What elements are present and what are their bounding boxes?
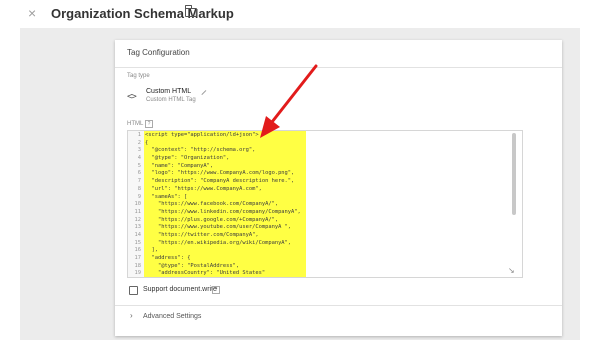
line-number: 2	[137, 139, 141, 146]
line-number: 15	[134, 239, 142, 246]
code-text: "https://twitter.com/CompanyA",	[145, 231, 259, 238]
code-text: "addressCountry": "United States"	[145, 270, 266, 277]
edit-pencil-icon[interactable]	[201, 90, 207, 96]
help-icon[interactable]: ?	[212, 286, 220, 294]
red-arrow-annotation	[260, 64, 318, 138]
code-line: 18 "@type": "PostalAddress",	[128, 263, 518, 271]
line-number: 9	[137, 193, 141, 200]
tag-type-subtitle: Custom HTML Tag	[146, 97, 196, 103]
code-text: "https://www.facebook.com/CompanyA/",	[145, 201, 279, 208]
card-title: Tag Configuration	[127, 48, 190, 57]
code-line: 3 "@context": "http://schema.org",	[128, 147, 518, 155]
line-number: 7	[137, 178, 141, 185]
code-line: 17 "address": {	[128, 255, 518, 263]
code-text: ],	[145, 247, 158, 254]
html-code-editor[interactable]: 1 <script type="application/ld+json"> 2 {3 …	[127, 130, 523, 278]
resize-handle-icon[interactable]: ↘	[508, 267, 515, 275]
top-bar: × Organization Schema Markup	[0, 0, 600, 28]
tag-type-name[interactable]: Custom HTML	[146, 88, 191, 95]
code-line: 13 "https://www.youtube.com/user/Company…	[128, 224, 518, 232]
code-text: "logo": "https://www.CompanyA.com/logo.p…	[145, 170, 295, 177]
code-text: <script type="application/ld+json">	[145, 132, 259, 138]
line-number: 16	[134, 247, 142, 254]
tag-configuration-card[interactable]: Tag Configuration Tag type <> Custom HTM…	[115, 40, 562, 336]
code-text: "https://www.linkedin.com/company/Compan…	[145, 208, 301, 215]
close-icon[interactable]: ×	[28, 5, 36, 21]
line-number: 6	[137, 170, 141, 177]
line-number: 11	[134, 208, 142, 215]
code-line: 19 "addressCountry": "United States"	[128, 270, 518, 277]
line-number: 1	[137, 132, 141, 138]
code-text: "sameAs": [	[145, 193, 188, 200]
line-number: 10	[134, 201, 142, 208]
code-line: 9 "sameAs": [	[128, 194, 518, 202]
code-line: 6 "logo": "https://www.CompanyA.com/logo…	[128, 170, 518, 178]
line-number: 3	[137, 147, 141, 154]
code-text: "https://en.wikipedia.org/wiki/CompanyA"…	[145, 239, 292, 246]
code-text: "@type": "PostalAddress",	[145, 262, 240, 269]
code-line: 11 "https://www.linkedin.com/company/Com…	[128, 209, 518, 217]
code-line: 12 "https://plus.google.com/+CompanyA/",	[128, 217, 518, 225]
card-header: Tag Configuration	[115, 40, 562, 68]
code-text: "@context": "http://schema.org",	[145, 147, 256, 154]
line-number: 18	[134, 262, 142, 269]
divider	[115, 305, 562, 306]
line-number: 4	[137, 155, 141, 162]
code-line: 7 "description": "CompanyA description h…	[128, 178, 518, 186]
support-document-write-label[interactable]: Support document.write	[143, 286, 217, 293]
line-number: 5	[137, 162, 141, 169]
help-icon[interactable]: ?	[145, 120, 153, 128]
line-number: 8	[137, 185, 141, 192]
code-text: "description": "CompanyA description her…	[145, 178, 295, 185]
code-line: 15 "https://en.wikipedia.org/wiki/Compan…	[128, 240, 518, 248]
code-line: 16 ],	[128, 247, 518, 255]
code-line: 14 "https://twitter.com/CompanyA",	[128, 232, 518, 240]
code-text: "https://plus.google.com/+CompanyA/",	[145, 216, 279, 223]
line-number: 19	[134, 270, 142, 277]
tag-type-label: Tag type	[127, 73, 150, 79]
code-text: "https://www.youtube.com/user/CompanyA "…	[145, 224, 292, 231]
line-number: 14	[134, 231, 142, 238]
editor-scrollbar[interactable]	[512, 133, 516, 215]
line-number: 12	[134, 216, 142, 223]
code-line: 5 "name": "CompanyA",	[128, 163, 518, 171]
code-line: 10 "https://www.facebook.com/CompanyA/",	[128, 201, 518, 209]
code-text: "name": "CompanyA",	[145, 162, 214, 169]
folder-icon[interactable]	[184, 5, 197, 17]
code-text: "address": {	[145, 255, 191, 261]
line-number: 17	[134, 255, 142, 261]
code-text: "url": "https://www.CompanyA.com",	[145, 185, 262, 192]
page-title[interactable]: Organization Schema Markup	[51, 6, 234, 21]
advanced-settings-toggle[interactable]: Advanced Settings	[143, 313, 201, 320]
support-document-write-checkbox[interactable]	[129, 286, 138, 295]
code-line: 8 "url": "https://www.CompanyA.com",	[128, 186, 518, 194]
line-number: 13	[134, 224, 142, 231]
code-icon: <>	[127, 92, 137, 102]
chevron-right-icon[interactable]: ›	[130, 311, 133, 320]
code-lines: 1 <script type="application/ld+json"> 2 {3 …	[128, 132, 518, 277]
code-line: 4 "@type": "Organization",	[128, 155, 518, 163]
html-label: HTML	[127, 121, 144, 127]
code-text: {	[145, 139, 149, 146]
code-text: "@type": "Organization",	[145, 155, 230, 162]
